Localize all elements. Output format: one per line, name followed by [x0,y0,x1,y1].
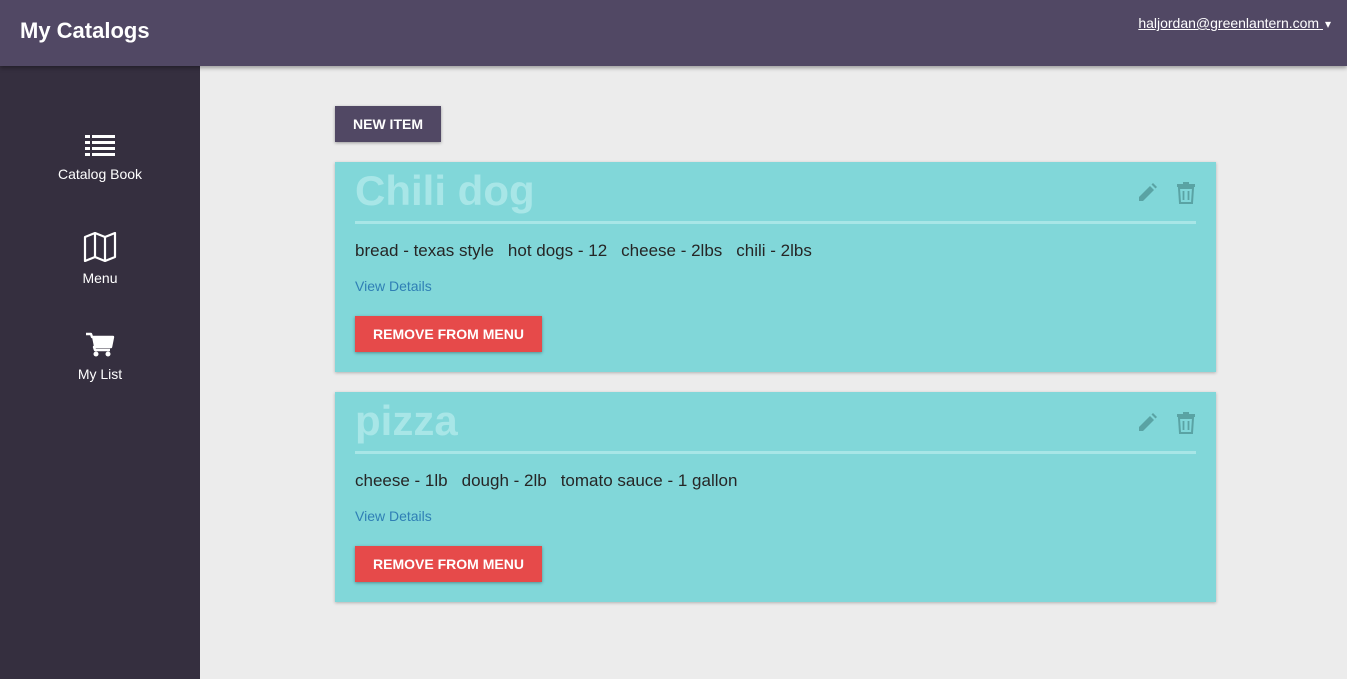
ingredient: cheese - 2lbs [621,241,723,260]
sidebar-item-catalog-book[interactable]: Catalog Book [0,134,200,182]
user-menu[interactable]: haljordan@greenlantern.com ▾ [1138,15,1331,31]
map-icon [83,232,117,262]
app-title: My Catalogs [20,18,150,43]
item-title: Chili dog [355,167,535,214]
remove-from-menu-button[interactable]: REMOVE FROM MENU [355,546,542,582]
ingredient-list: bread - texas style hot dogs - 12 cheese -… [355,241,826,261]
ingredient: cheese - 1lb [355,471,448,490]
title-divider [355,451,1196,454]
new-item-button[interactable]: NEW ITEM [335,106,441,142]
ingredient: bread - texas style [355,241,494,260]
view-details-link[interactable]: View Details [355,278,432,294]
sidebar-item-my-list[interactable]: My List [0,332,200,382]
ingredient: chili - 2lbs [736,241,812,260]
sidebar: Catalog Book Menu My List [0,66,200,679]
title-divider [355,221,1196,224]
user-email: haljordan@greenlantern.com [1138,15,1320,31]
ingredient: hot dogs - 12 [507,241,608,260]
pencil-icon[interactable] [1136,182,1158,204]
item-title: pizza [355,397,458,444]
list-icon [85,135,115,156]
trash-icon[interactable] [1177,412,1195,434]
pencil-icon[interactable] [1136,412,1158,434]
item-card: pizza cheese - 1lb dough - 2lb tomato sauc… [335,392,1216,602]
ingredient: tomato sauce - 1 gallon [560,471,738,490]
cart-icon [86,332,115,357]
ingredient-list: cheese - 1lb dough - 2lb tomato sauce - 1 … [355,471,751,491]
top-bar: My Catalogs haljordan@greenlantern.com ▾ [0,0,1347,66]
sidebar-item-label: Catalog Book [57,166,143,182]
item-card: Chili dog bread - texas style hot dogs - … [335,162,1216,372]
main-content: NEW ITEM Chili dog bread - texas style ho… [200,66,1347,679]
chevron-down-icon: ▾ [1324,17,1331,31]
sidebar-item-label: My List [77,366,123,382]
sidebar-item-menu[interactable]: Menu [0,232,200,286]
trash-icon[interactable] [1177,182,1195,204]
ingredient: dough - 2lb [461,471,547,490]
sidebar-item-label: Menu [82,270,118,286]
remove-from-menu-button[interactable]: REMOVE FROM MENU [355,316,542,352]
view-details-link[interactable]: View Details [355,508,432,524]
